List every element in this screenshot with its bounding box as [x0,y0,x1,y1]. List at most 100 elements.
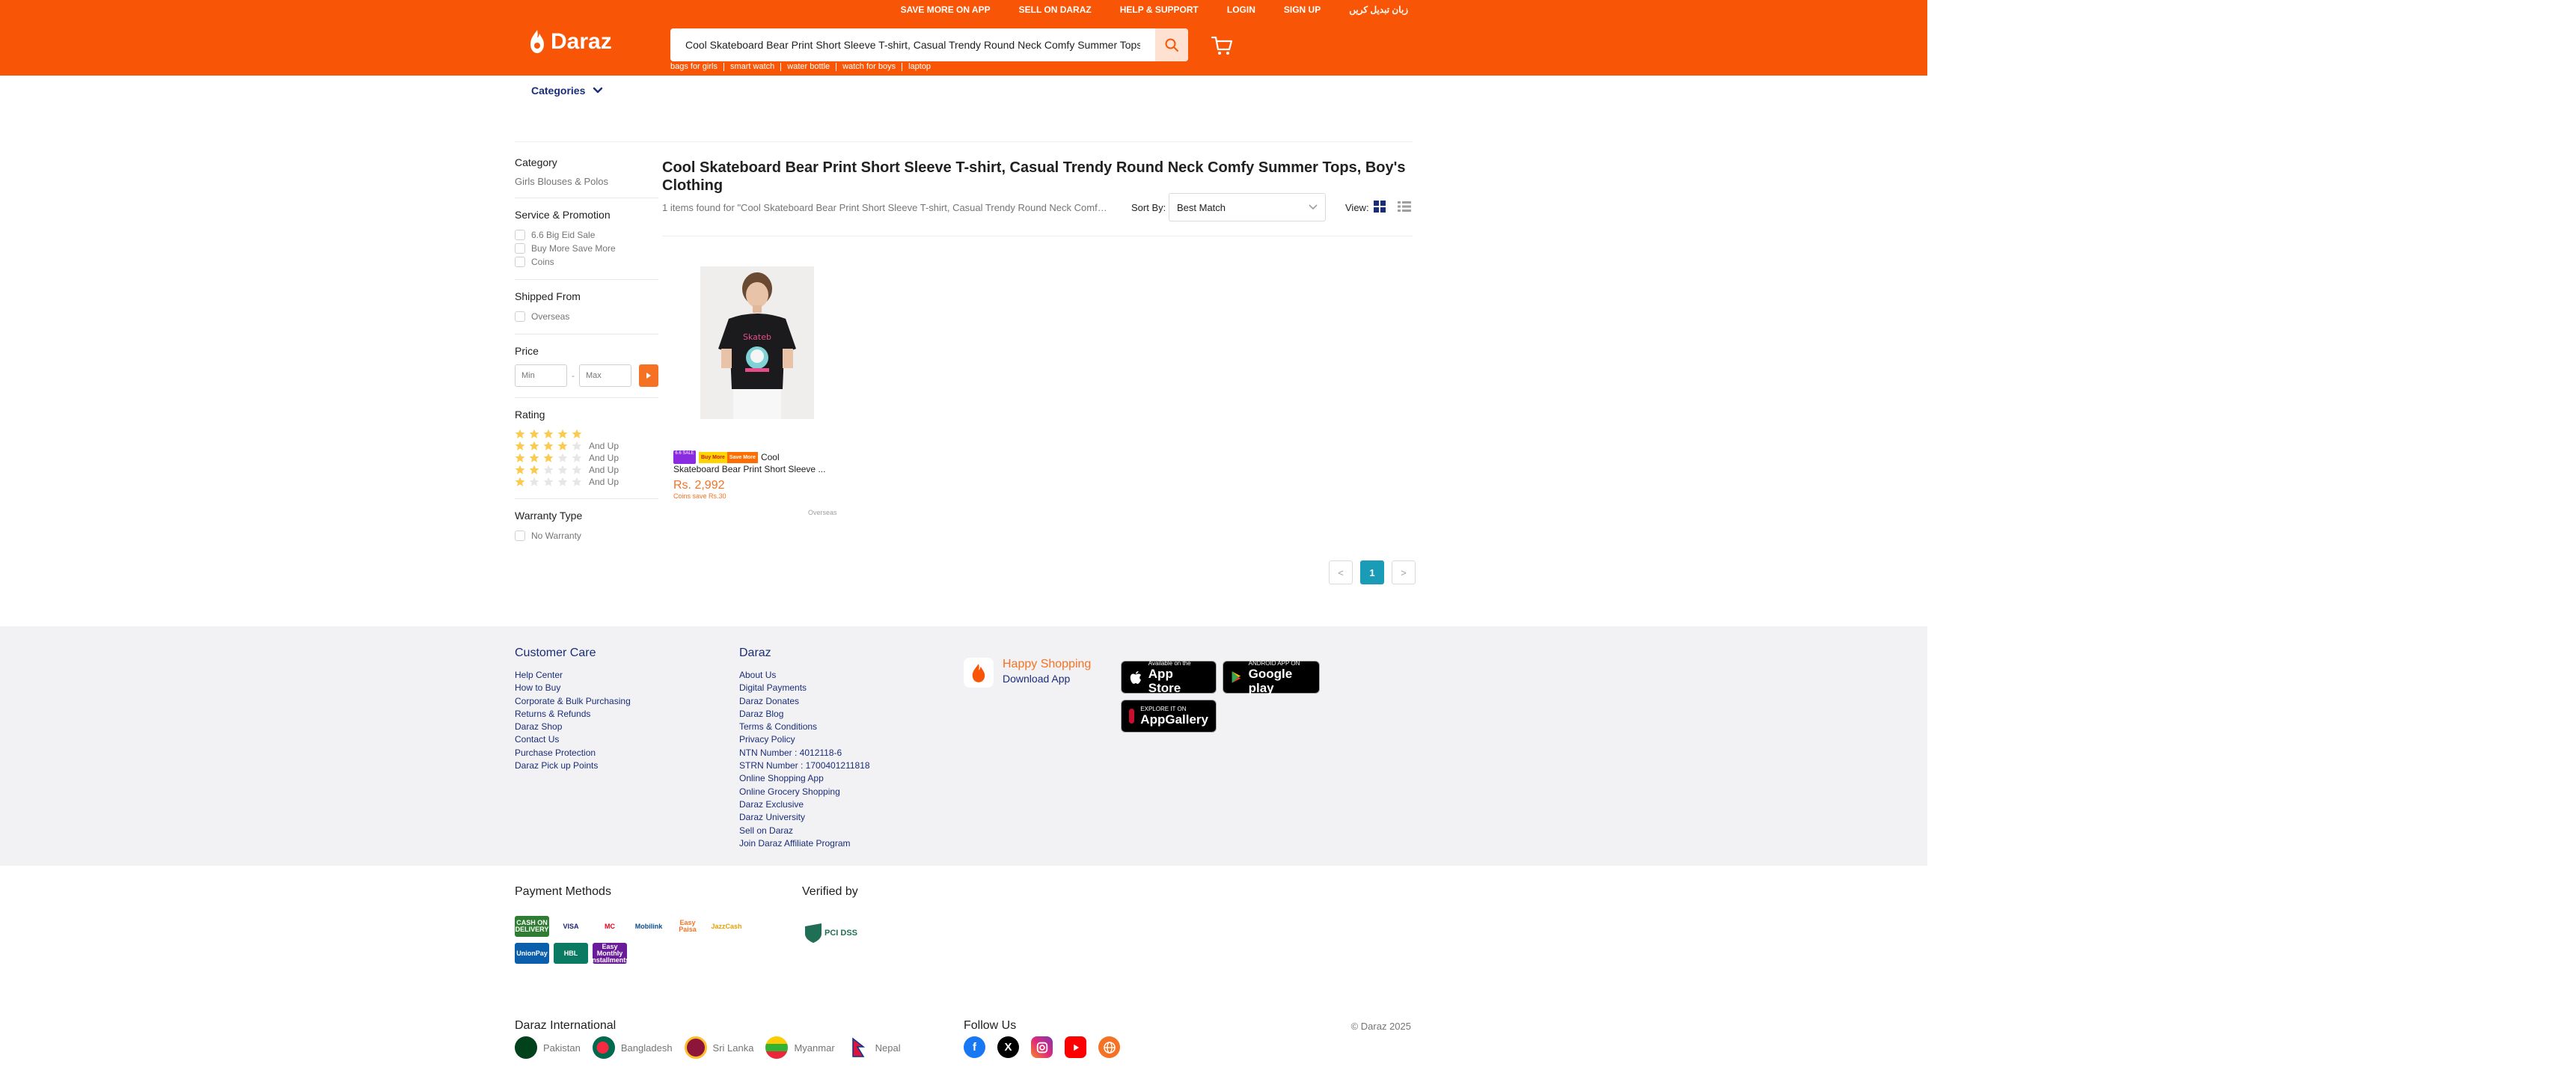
next-page-button[interactable]: > [1392,560,1416,584]
country-myanmar[interactable]: Myanmar [765,1036,835,1059]
footer-link[interactable]: Sell on Daraz [739,825,870,837]
star-icon [515,465,525,474]
page-button[interactable]: 1 [1360,560,1384,584]
login-link[interactable]: LOGIN [1227,4,1255,15]
category-filter: Category Girls Blouses & Polos [515,156,658,198]
filter-title: Shipped From [515,290,581,302]
youtube-icon[interactable] [1065,1036,1086,1058]
prev-page-button[interactable]: < [1329,560,1353,584]
sell-on-daraz-link[interactable]: SELL ON DARAZ [1019,4,1092,15]
price-apply-button[interactable] [639,364,658,387]
footer-link[interactable]: Online Grocery Shopping [739,786,870,798]
rating-option[interactable]: And Up [515,464,658,476]
filter-option[interactable]: Buy More Save More [515,242,658,255]
checkbox[interactable] [515,257,525,267]
sort-select[interactable]: Best Match [1169,193,1326,221]
search-input[interactable] [670,28,1155,61]
facebook-icon[interactable]: f [964,1036,985,1058]
footer-link[interactable]: Daraz Shop [515,721,631,733]
price-max-input[interactable] [579,364,631,387]
filter-option[interactable]: 6.6 Big Eid Sale [515,228,658,242]
categories-menu[interactable]: Categories [531,85,603,97]
footer-link[interactable]: Help Center [515,669,631,682]
cart-icon[interactable] [1211,34,1233,57]
rating-option[interactable]: And Up [515,440,658,452]
grid-view-icon[interactable] [1374,201,1386,213]
suggestion-link[interactable]: watch for boys [836,63,902,71]
product-coins: Coins save Rs.30 [673,492,726,500]
checkbox[interactable] [515,243,525,254]
help-support-link[interactable]: HELP & SUPPORT [1120,4,1199,15]
happy-shopping-text: Happy Shopping [1003,658,1092,670]
star-icon [557,429,568,438]
footer-link[interactable]: Daraz Exclusive [739,798,870,811]
checkbox[interactable] [515,311,525,322]
country-pakistan[interactable]: Pakistan [515,1036,581,1059]
pci-shield-icon [805,923,822,943]
price-min-input[interactable] [515,364,567,387]
filter-option[interactable]: Overseas [515,310,658,323]
checkbox[interactable] [515,230,525,240]
app-gallery-badge[interactable]: EXPLORE IT ON AppGallery [1121,700,1217,733]
column-title: Customer Care [515,647,596,659]
instagram-icon[interactable] [1031,1036,1053,1058]
footer-link[interactable]: Privacy Policy [739,733,870,746]
app-promo[interactable]: Happy Shopping Download App [964,658,1091,688]
footer-link[interactable]: NTN Number : 4012118-6 [739,747,870,759]
country-label: Sri Lanka [712,1042,754,1054]
filter-option[interactable]: Coins [515,255,658,269]
footer-link[interactable]: Daraz Blog [739,708,870,721]
google-play-badge[interactable]: ANDROID APP ON Google play [1223,660,1320,695]
country-label: Bangladesh [620,1042,673,1054]
suggestion-link[interactable]: laptop [902,63,937,71]
footer-link[interactable]: Daraz Pick up Points [515,759,631,772]
payment-logo: VISA [554,916,588,937]
save-more-on-app-link[interactable]: SAVE MORE ON APP [901,4,991,15]
list-view-icon[interactable] [1398,201,1411,213]
footer-link[interactable]: Daraz Donates [739,695,870,708]
footer-link[interactable]: Online Shopping App [739,772,870,785]
footer-link[interactable]: About Us [739,669,870,682]
suggestion-link[interactable]: water bottle [780,63,836,71]
rating-option[interactable] [515,428,658,440]
star-icon [557,441,568,450]
search-button[interactable] [1155,28,1188,61]
categories-label: Categories [531,85,586,97]
product-title-line2[interactable]: Skateboard Bear Print Short Sleeve ... [673,464,825,474]
footer-link[interactable]: STRN Number : 1700401211818 [739,759,870,772]
country-srilanka[interactable]: Sri Lanka [684,1036,754,1059]
footer-link[interactable]: Corporate & Bulk Purchasing [515,695,631,708]
country-nepal[interactable]: Nepal [846,1036,901,1059]
product-image[interactable]: Skateb [700,266,814,419]
checkbox[interactable] [515,531,525,541]
country-bangladesh[interactable]: Bangladesh [592,1036,673,1059]
payment-methods-title: Payment Methods [515,885,611,898]
category-link[interactable]: Girls Blouses & Polos [515,176,658,187]
srilanka-flag-icon [684,1036,707,1059]
footer-link[interactable]: Purchase Protection [515,747,631,759]
page-title: Cool Skateboard Bear Print Short Sleeve … [662,159,1406,194]
product-title-line1[interactable]: Cool [761,452,780,462]
footer-link[interactable]: Daraz University [739,811,870,824]
rating-option[interactable]: And Up [515,476,658,488]
daraz-logo[interactable]: Daraz [528,28,612,55]
website-icon[interactable] [1098,1036,1120,1058]
footer-link[interactable]: Join Daraz Affiliate Program [739,837,870,850]
store-big-text: Google play [1248,666,1293,695]
suggestion-link[interactable]: smart watch [723,63,780,71]
footer-link[interactable]: Terms & Conditions [739,721,870,733]
app-store-badge[interactable]: Available on the App Store [1121,660,1217,695]
rating-option[interactable]: And Up [515,452,658,464]
pci-dss-logo: PCI DSS [802,920,859,946]
language-switch-link[interactable]: زبان تبدیل کریں [1349,4,1408,15]
footer-link[interactable]: Contact Us [515,733,631,746]
footer-link[interactable]: How to Buy [515,682,631,694]
star-icon [543,453,554,462]
product-card[interactable]: Skateb 6.6 SALE Buy More Save More Cool … [673,262,838,516]
signup-link[interactable]: SIGN UP [1284,4,1321,15]
x-icon[interactable]: X [997,1036,1019,1058]
suggestion-link[interactable]: bags for girls [670,63,723,71]
filter-option[interactable]: No Warranty [515,529,658,542]
footer-link[interactable]: Returns & Refunds [515,708,631,721]
footer-link[interactable]: Digital Payments [739,682,870,694]
